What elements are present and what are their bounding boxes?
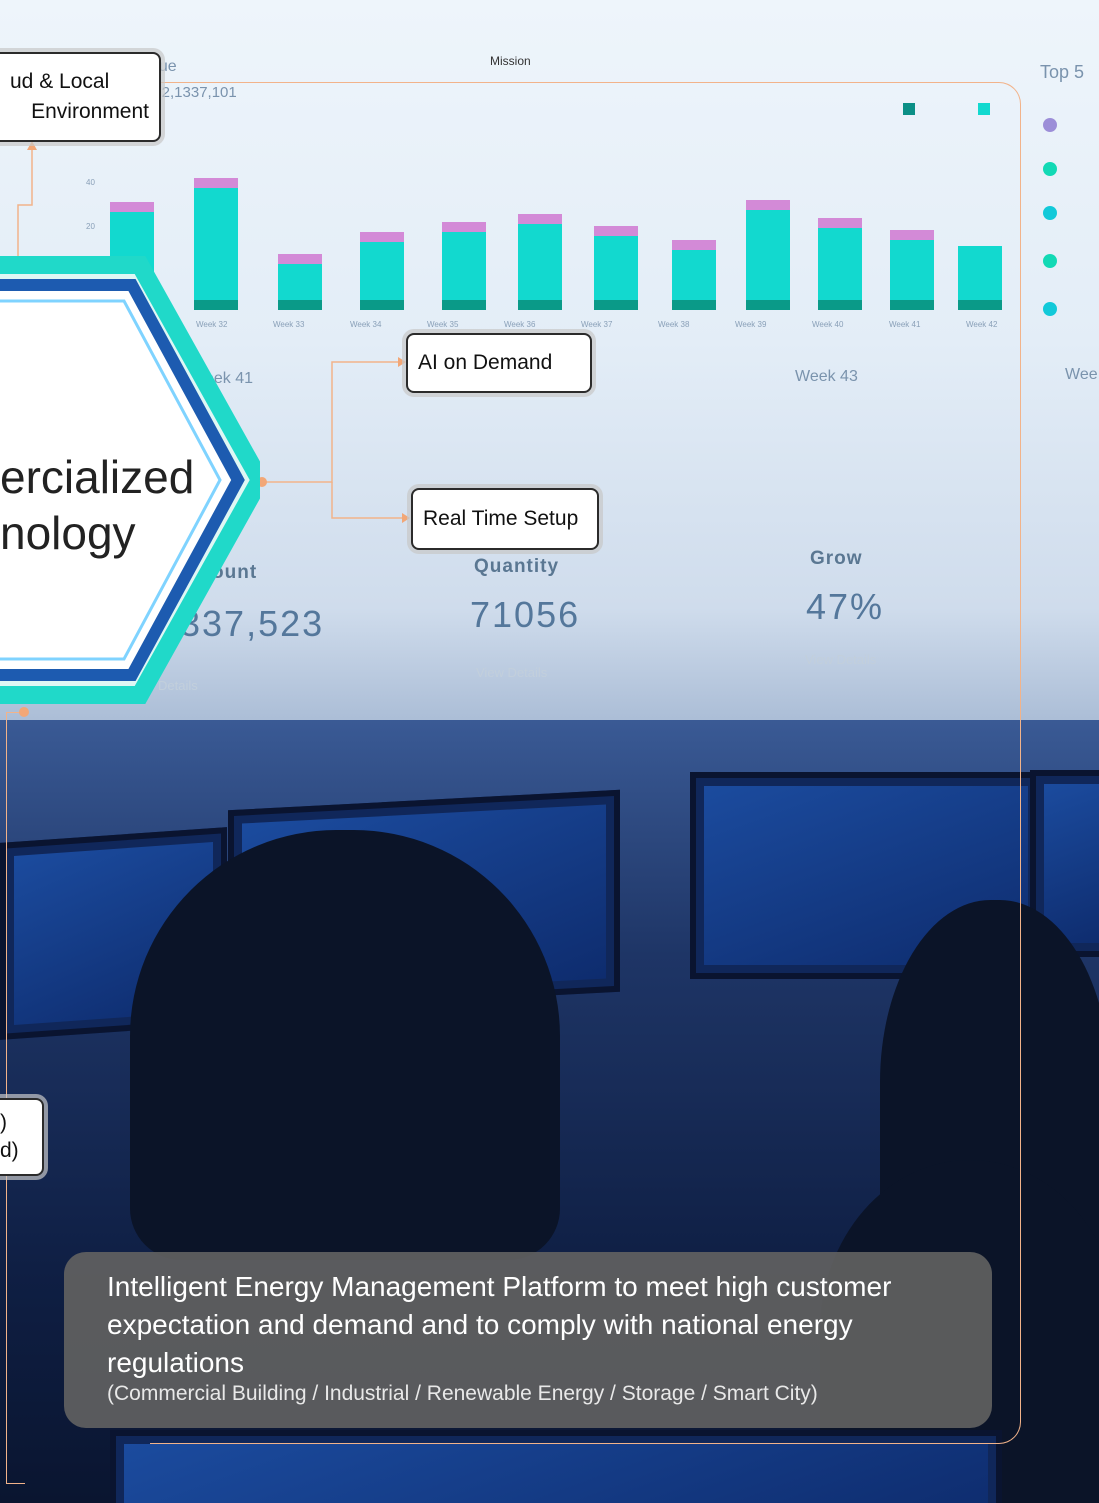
top5-dot [1043,118,1057,132]
callout-real-time-setup: Real Time Setup [411,488,599,550]
callout-cloud-line1: ud & Local [10,70,110,93]
hexagon-line-1: ercialized [0,451,195,503]
mission-frame [150,82,1021,1444]
connector-dot [19,707,29,717]
bar-segment-top [110,202,154,212]
top5-dot [1043,206,1057,220]
callout-left-line2: d) [0,1139,19,1162]
y-tick-20: 20 [86,222,95,231]
top5-dot [1043,302,1057,316]
callout-ai-on-demand: AI on Demand [406,333,592,393]
top5-dot [1043,162,1057,176]
callout-cloud-local: ud & Local Environment [0,52,161,142]
week-label: Wee [1065,366,1098,383]
caption-box: Intelligent Energy Management Platform t… [64,1252,992,1428]
callout-realtime-label: Real Time Setup [423,507,579,530]
mission-label: Mission [490,54,531,68]
monitor-screen [124,1444,988,1503]
callout-cloud-line2: Environment [31,100,149,123]
callout-left-partial: ) d) [0,1098,44,1176]
hexagon-line-2: nology [0,507,136,559]
top5-title: Top 5 [1040,62,1085,82]
top5-dot [1043,254,1057,268]
caption-sub: (Commercial Building / Industrial / Rene… [107,1382,818,1405]
y-tick-40: 40 [86,178,95,187]
callout-left-line1: ) [0,1111,7,1134]
callout-ai-label: AI on Demand [418,351,553,374]
monitor-screen [1044,784,1099,943]
caption-main: Intelligent Energy Management Platform t… [107,1271,892,1378]
slide-stage: nue l: 2,1337,101 Top 5 40 20 Week 32 Wee… [0,0,1099,1503]
